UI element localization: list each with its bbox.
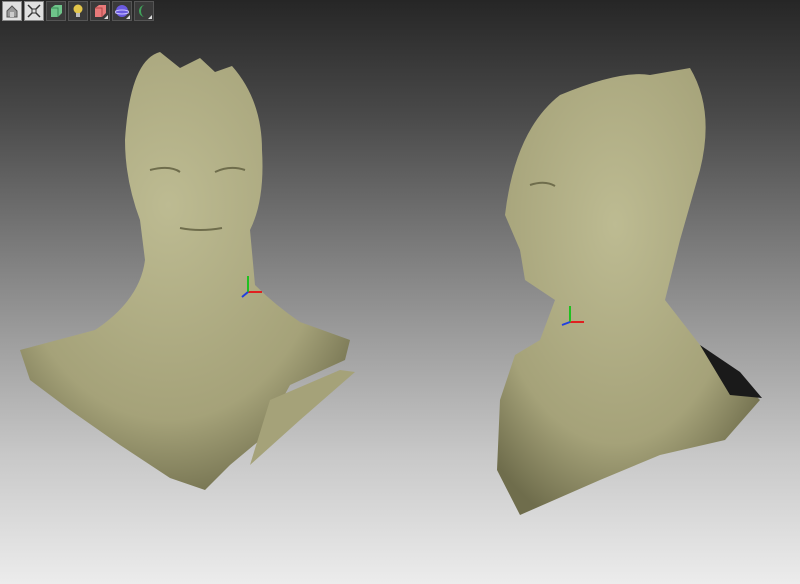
3d-viewport[interactable] bbox=[0, 0, 800, 584]
front-head-scan[interactable] bbox=[20, 52, 355, 490]
side-head-scan[interactable] bbox=[497, 68, 762, 515]
